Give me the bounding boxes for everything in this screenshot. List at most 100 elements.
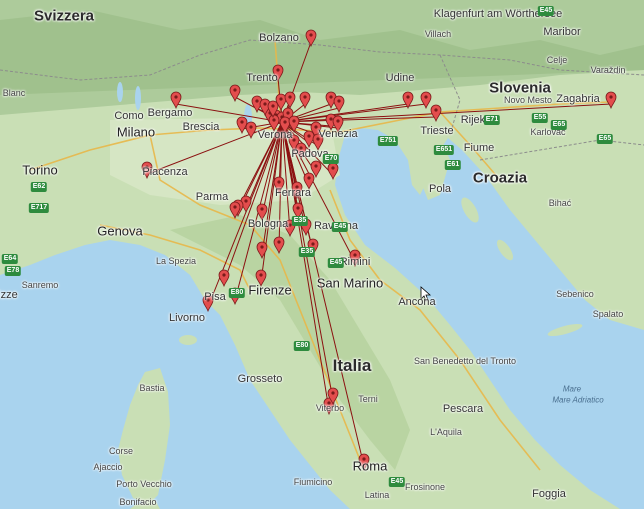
map-marker-dot bbox=[277, 240, 281, 244]
city-label-fiume: Fiume bbox=[463, 142, 495, 154]
city-label-ancona: Ancona bbox=[398, 296, 436, 308]
road-shield: E45 bbox=[388, 477, 406, 487]
road-shield: E55 bbox=[531, 113, 549, 123]
map-marker[interactable] bbox=[303, 130, 315, 149]
map-marker-dot bbox=[233, 88, 237, 92]
route-layer bbox=[141, 29, 617, 472]
map-marker[interactable] bbox=[305, 29, 317, 48]
city-label-trento: Trento bbox=[246, 72, 278, 84]
city-label-la-spezia: La Spezia bbox=[155, 256, 197, 266]
map-marker-dot bbox=[314, 164, 318, 168]
map-marker[interactable] bbox=[333, 95, 345, 114]
city-label-pola: Pola bbox=[428, 183, 452, 195]
map-marker-dot bbox=[329, 117, 333, 121]
road-shield: E35 bbox=[291, 216, 309, 226]
map-marker[interactable] bbox=[430, 104, 442, 123]
road-shield: E651 bbox=[433, 145, 455, 155]
map-marker-dot bbox=[286, 111, 290, 115]
city-label-bonifacio: Bonifacio bbox=[119, 497, 157, 507]
road-shield: E80 bbox=[293, 341, 311, 351]
road-shield: E80 bbox=[228, 288, 246, 298]
city-label-genova: Genova bbox=[97, 223, 143, 239]
city-label-bolzano: Bolzano bbox=[259, 32, 299, 44]
map-marker[interactable] bbox=[170, 91, 182, 110]
city-label-vara-din: Varaždin bbox=[590, 65, 626, 75]
map-marker-dot bbox=[336, 119, 340, 123]
city-label-mare-adriatico: Mare Adriatico bbox=[552, 395, 604, 405]
route-line bbox=[281, 121, 365, 467]
map-marker-dot bbox=[244, 199, 248, 203]
city-label-san-benedetto-del-tronto: San Benedetto del Tronto bbox=[413, 356, 517, 366]
city-label-bologna: Bologna bbox=[247, 218, 289, 230]
map-marker[interactable] bbox=[256, 241, 268, 260]
map-marker-dot bbox=[303, 95, 307, 99]
city-label-novo-mesto: Novo Mesto bbox=[503, 95, 553, 105]
map-marker-dot bbox=[337, 99, 341, 103]
map-marker[interactable] bbox=[284, 91, 296, 110]
city-label-bastia: Bastia bbox=[139, 383, 165, 393]
map-marker-dot bbox=[288, 95, 292, 99]
city-label-livorno: Livorno bbox=[168, 312, 206, 324]
city-label-bergamo: Bergamo bbox=[147, 107, 193, 119]
country-italia: Italia bbox=[332, 356, 372, 375]
map-marker[interactable] bbox=[218, 269, 230, 288]
city-label-pescara: Pescara bbox=[442, 403, 484, 415]
map-marker-dot bbox=[406, 95, 410, 99]
map-marker-dot bbox=[259, 273, 263, 277]
city-label-udine: Udine bbox=[385, 72, 415, 84]
map-marker[interactable] bbox=[299, 91, 311, 110]
map-marker-dot bbox=[292, 138, 296, 142]
city-label-grosseto: Grosseto bbox=[237, 373, 283, 385]
map-canvas[interactable]: Svizzera Slovenia Croazia Italia San Marino K… bbox=[0, 0, 644, 509]
road-shield: E45 bbox=[537, 6, 555, 16]
road-shield: E45 bbox=[327, 258, 345, 268]
road-shield: E65 bbox=[596, 134, 614, 144]
city-label-biha: Bihać bbox=[548, 198, 572, 208]
map-marker-dot bbox=[277, 180, 281, 184]
map-marker-dot bbox=[307, 134, 311, 138]
map-marker[interactable] bbox=[420, 91, 432, 110]
city-label-ajaccio: Ajaccio bbox=[93, 462, 123, 472]
city-label-izze: izze bbox=[0, 289, 18, 301]
road-shield: E64 bbox=[1, 254, 19, 264]
road-shield: E35 bbox=[298, 247, 316, 257]
map-marker-dot bbox=[292, 119, 296, 123]
road-shield: E61 bbox=[444, 160, 462, 170]
road-shield: E65 bbox=[550, 120, 568, 130]
city-label-firenze: Firenze bbox=[248, 282, 292, 298]
road-shield: E71 bbox=[483, 115, 501, 125]
road-shield: E45 bbox=[331, 222, 349, 232]
map-marker-dot bbox=[260, 207, 264, 211]
route-line bbox=[223, 121, 283, 283]
city-label-venezia: Venezia bbox=[318, 128, 358, 140]
map-marker-dot bbox=[222, 273, 226, 277]
road-shield: E751 bbox=[377, 136, 399, 146]
map-marker-dot bbox=[174, 95, 178, 99]
city-label-parma: Parma bbox=[195, 191, 229, 203]
map-marker[interactable] bbox=[236, 116, 248, 135]
map-marker-dot bbox=[272, 118, 276, 122]
map-marker[interactable] bbox=[605, 91, 617, 110]
map-marker-dot bbox=[249, 125, 253, 129]
city-label-ferrara: Ferrara bbox=[274, 187, 312, 199]
road-shield: E78 bbox=[4, 266, 22, 276]
city-label-torino: Torino bbox=[22, 162, 58, 178]
city-label-trieste: Trieste bbox=[420, 125, 454, 137]
map-marker-dot bbox=[609, 95, 613, 99]
city-label-sanremo: Sanremo bbox=[21, 280, 59, 290]
city-label-fiumicino: Fiumicino bbox=[293, 477, 333, 487]
city-label-corse: Corse bbox=[108, 446, 134, 456]
map-marker-dot bbox=[424, 95, 428, 99]
map-marker-dot bbox=[307, 176, 311, 180]
city-label-pisa: Pisa bbox=[204, 291, 226, 303]
city-label-rimini: Rimini bbox=[339, 256, 371, 268]
city-label-como: Como bbox=[114, 110, 144, 122]
map-marker-dot bbox=[279, 97, 283, 101]
map-marker-dot bbox=[309, 33, 313, 37]
map-marker-dot bbox=[296, 206, 300, 210]
map-marker[interactable] bbox=[273, 236, 285, 255]
road-shield: E62 bbox=[30, 182, 48, 192]
map-marker[interactable] bbox=[327, 162, 339, 181]
map-marker-dot bbox=[255, 99, 259, 103]
route-line bbox=[207, 121, 283, 308]
